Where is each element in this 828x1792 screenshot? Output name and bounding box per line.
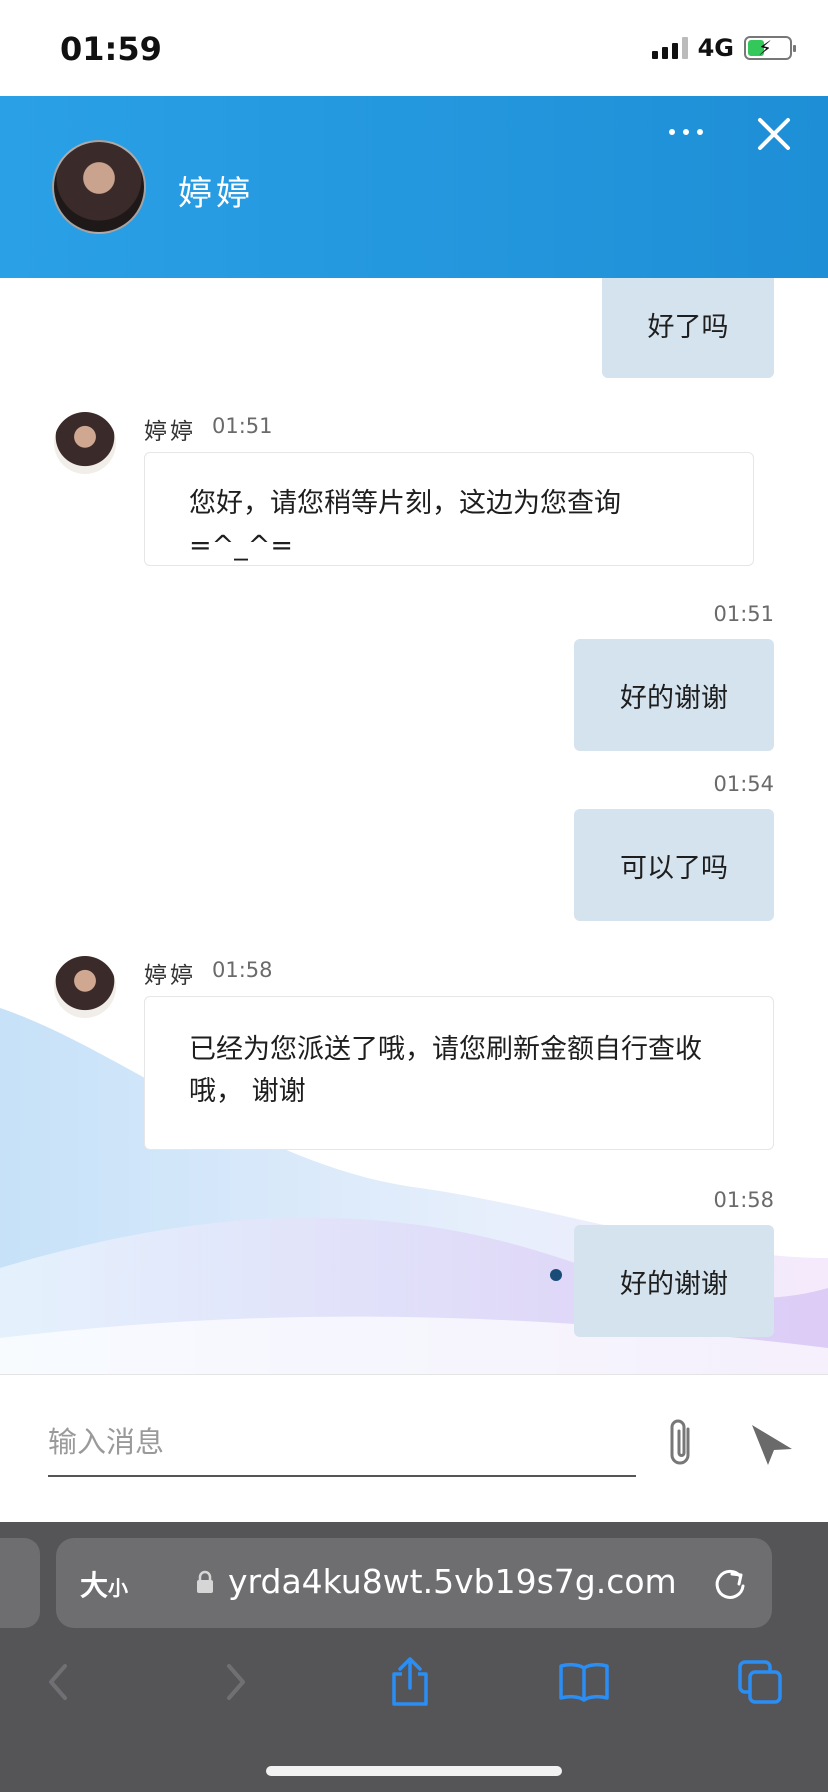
send-icon [752,1425,792,1465]
message-text: 可以了吗 [620,852,728,884]
previous-tab[interactable] [0,1538,40,1628]
sender-name: 婷婷 [144,963,196,989]
outgoing-message[interactable]: 好的谢谢 [574,1225,774,1337]
send-button[interactable] [748,1419,796,1467]
status-bar: 01:59 4G ⚡ [0,0,828,96]
message-time: 01:58 [212,958,273,982]
message-input[interactable] [48,1411,636,1477]
address-bar[interactable]: 大小 yrda4ku8wt.5vb19s7g.com [56,1538,772,1628]
incoming-message[interactable]: 您好，请您稍等片刻，这边为您查询 =^_^= [144,452,754,566]
message-text: 好的谢谢 [620,1268,728,1300]
message-time: 01:54 [713,772,774,796]
tabs-button[interactable] [730,1652,790,1712]
book-icon [559,1662,609,1702]
message-time: 01:58 [713,1188,774,1212]
agent-avatar [54,412,116,474]
chevron-left-icon [49,1664,67,1700]
signal-icon [651,37,688,59]
attach-button[interactable] [660,1415,700,1471]
agent-avatar [52,140,146,234]
chevron-right-icon [227,1664,245,1700]
sent-status-dot [550,1269,562,1281]
text-size-button[interactable]: 大小 [80,1564,128,1604]
more-horizontal-icon [669,129,675,135]
chat-header: 婷婷 [0,96,828,278]
message-text: 好了吗 [647,311,729,343]
outgoing-message[interactable]: 可以了吗 [574,809,774,921]
outgoing-message[interactable]: 好的谢谢 [574,639,774,751]
close-button[interactable] [750,110,798,158]
message-text: 已经为您派送了哦，请您刷新金额自行查收哦， 谢谢 [189,1034,702,1107]
sender-name: 婷婷 [144,419,196,445]
url-text: yrda4ku8wt.5vb19s7g.com [228,1562,677,1601]
network-type: 4G [697,34,734,62]
message-text: 您好，请您稍等片刻，这边为您查询 =^_^= [189,488,621,561]
message-text: 好的谢谢 [620,682,728,714]
tabs-icon [738,1660,782,1704]
forward-button[interactable] [206,1652,266,1712]
bookmarks-button[interactable] [554,1652,614,1712]
incoming-message[interactable]: 已经为您派送了哦，请您刷新金额自行查收哦， 谢谢 [144,996,774,1150]
back-button[interactable] [28,1652,88,1712]
status-indicators: 4G ⚡ [651,34,796,62]
outgoing-message[interactable]: 好了吗 [602,278,774,378]
browser-nav [0,1652,828,1712]
message-input-bar [0,1374,828,1522]
agent-name: 婷婷 [178,174,254,214]
share-icon [392,1657,428,1706]
close-icon [758,118,790,150]
lock-icon [197,1570,213,1593]
status-time: 01:59 [60,30,162,68]
battery-icon: ⚡ [744,36,796,60]
message-time: 01:51 [713,602,774,626]
reload-button[interactable] [710,1564,750,1604]
home-indicator [266,1766,562,1776]
agent-avatar [54,956,116,1018]
browser-toolbar: 大小 yrda4ku8wt.5vb19s7g.com [0,1522,828,1792]
paperclip-icon [670,1419,690,1465]
more-options-button[interactable] [656,112,716,152]
share-button[interactable] [380,1652,440,1712]
reload-icon [715,1569,745,1599]
chat-messages[interactable]: 好了吗 婷婷 01:51 您好，请您稍等片刻，这边为您查询 =^_^= 01:5… [0,278,828,1374]
message-time: 01:51 [212,414,273,438]
